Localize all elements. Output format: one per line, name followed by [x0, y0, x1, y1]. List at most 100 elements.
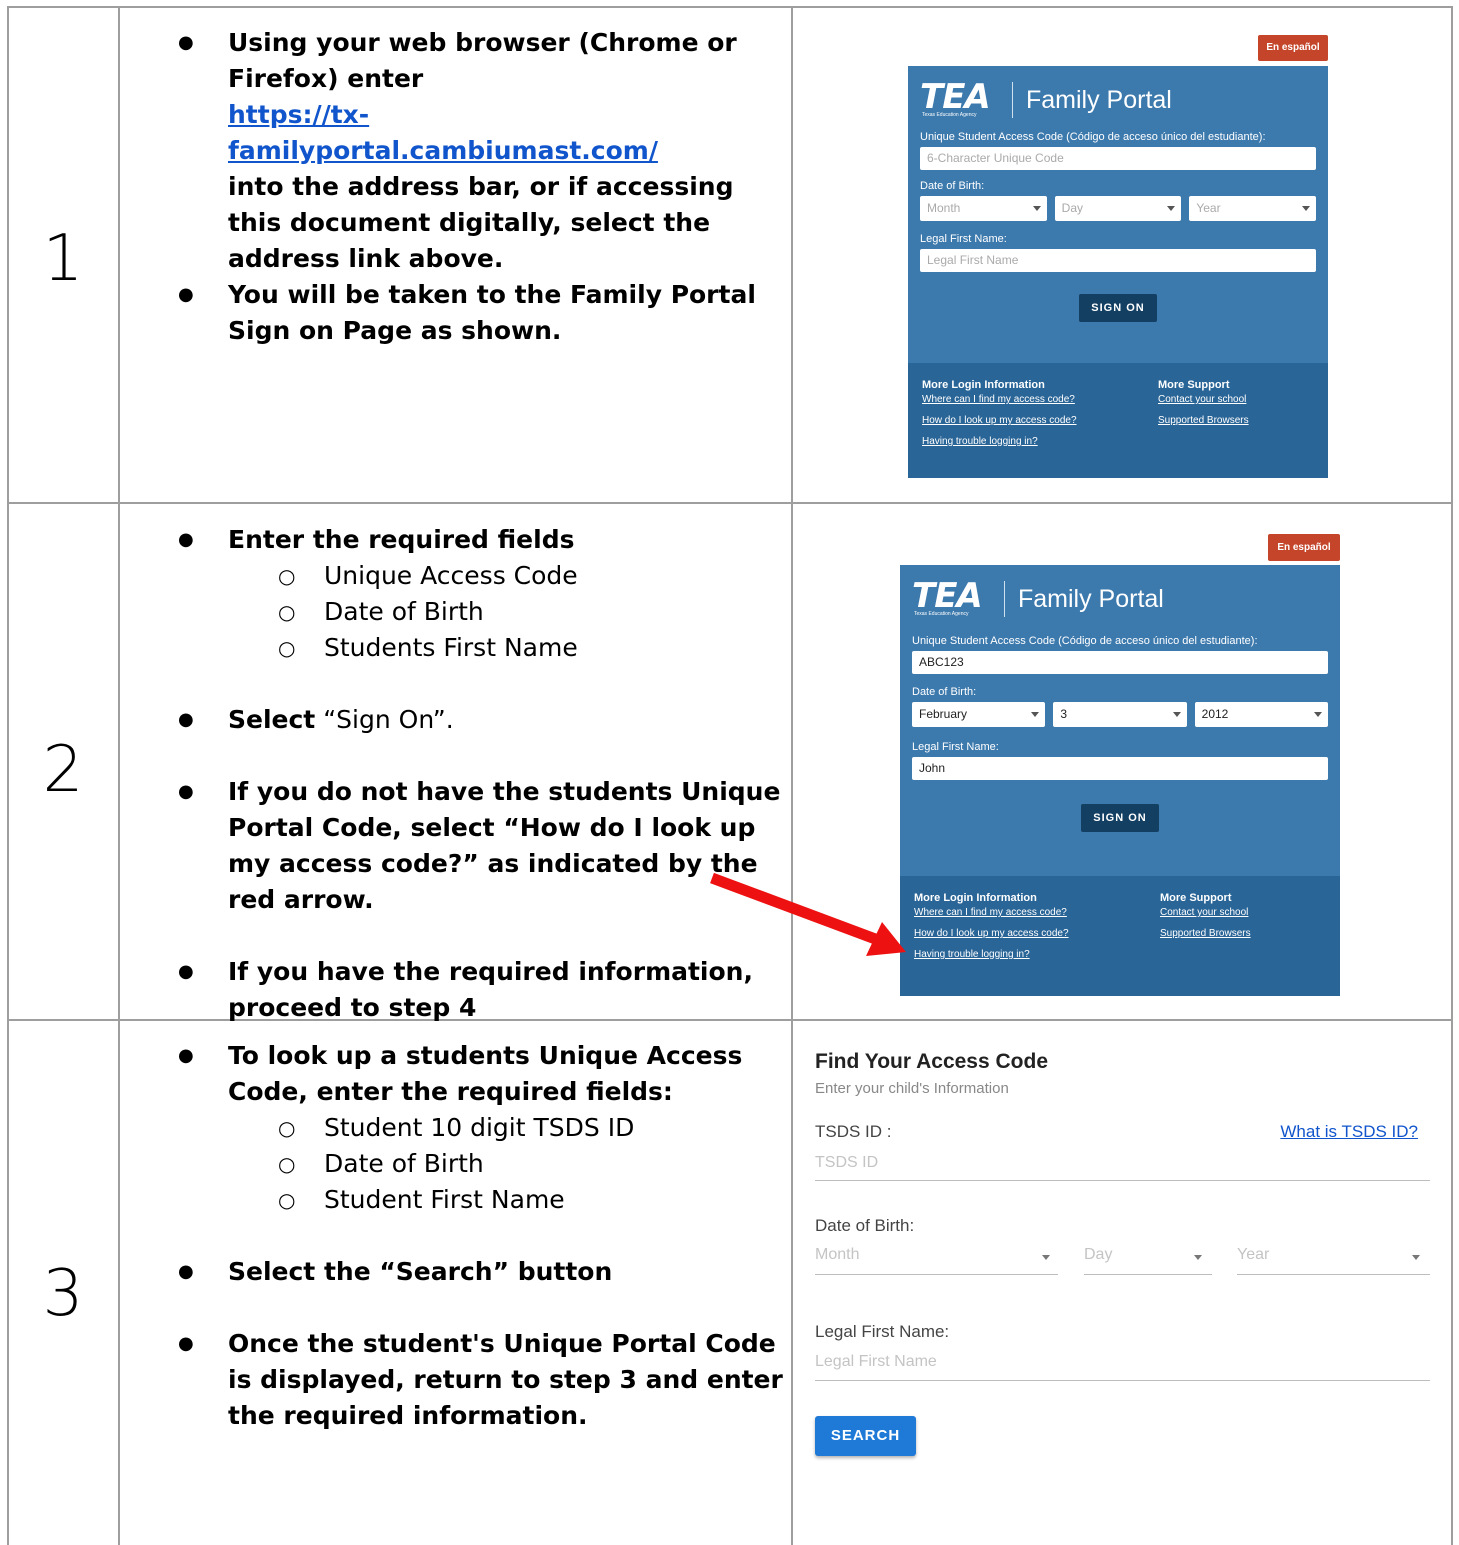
chevron-down-icon — [1032, 206, 1041, 211]
header-divider — [1012, 82, 1013, 118]
first-name-input[interactable]: John — [912, 757, 1328, 780]
step-1-bullet-2: You will be taken to the Family Portal S… — [120, 277, 792, 349]
chevron-down-icon — [1313, 712, 1322, 717]
step-1-text-pre: Using your web browser (Chrome or Firefo… — [228, 28, 737, 93]
first-name-label: Legal First Name: — [920, 233, 1007, 245]
how-lookup-code-link[interactable]: How do I look up my access code? — [914, 928, 1069, 939]
year-select-value: Year — [1196, 201, 1221, 215]
step-1-bullet-1: Using your web browser (Chrome or Firefo… — [120, 25, 792, 277]
first-name-input[interactable]: Legal First Name — [920, 249, 1316, 272]
day-select-value: 3 — [1060, 707, 1068, 721]
more-support-heading: More Support — [1158, 379, 1230, 391]
day-select[interactable]: Day — [1084, 1246, 1112, 1264]
tsds-label: TSDS ID : — [815, 1122, 892, 1141]
sign-on-button[interactable]: SIGN ON — [1079, 294, 1157, 322]
day-underline — [1084, 1274, 1212, 1275]
espanol-button[interactable]: En español — [1268, 534, 1340, 561]
tea-logo: TEA — [912, 576, 983, 616]
step-2-sub-item: Students First Name — [228, 630, 792, 666]
step-3-sub-item: Student 10 digit TSDS ID — [228, 1110, 792, 1146]
month-select[interactable]: February — [912, 702, 1046, 727]
chevron-down-icon — [1031, 712, 1040, 717]
chevron-down-icon — [1302, 206, 1311, 211]
year-underline — [1237, 1274, 1430, 1275]
table-border-right — [1451, 7, 1453, 1545]
month-select[interactable]: Month — [920, 196, 1047, 221]
portal-header: TEA Texas Education Agency Family Portal — [908, 66, 1328, 130]
chevron-down-icon — [1172, 712, 1181, 717]
step-2-select-bold: Select — [228, 705, 316, 734]
step-3-bullet-2: Select the “Search” button — [120, 1254, 792, 1290]
step-2-sub-item: Unique Access Code — [228, 558, 792, 594]
step-2-bullet-3: If you do not have the students Unique P… — [120, 774, 792, 918]
year-select-value: 2012 — [1201, 707, 1229, 721]
trouble-logging-link[interactable]: Having trouble logging in? — [922, 436, 1077, 447]
step-2-instructions: Enter the required fields Unique Access … — [120, 522, 792, 1026]
sign-on-button[interactable]: SIGN ON — [1081, 804, 1159, 832]
year-select[interactable]: Year — [1237, 1246, 1269, 1264]
day-select-value: Day — [1061, 201, 1084, 215]
dob-label: Date of Birth: — [912, 686, 977, 698]
search-button[interactable]: SEARCH — [815, 1416, 916, 1456]
contact-school-link[interactable]: Contact your school — [1160, 907, 1251, 918]
month-select[interactable]: Month — [815, 1246, 859, 1264]
step-number-3: 3 — [42, 1257, 84, 1331]
step-3-bullet-3: Once the student's Unique Portal Code is… — [120, 1326, 792, 1434]
access-code-label: Unique Student Access Code (Código de ac… — [912, 635, 1258, 647]
find-access-code-form: Find Your Access Code Enter your child's… — [815, 1050, 1430, 1470]
supported-browsers-link[interactable]: Supported Browsers — [1158, 415, 1249, 426]
step-2-bullet-1: Enter the required fields Unique Access … — [120, 522, 792, 666]
where-find-code-link[interactable]: Where can I find my access code? — [914, 907, 1069, 918]
step-2-select-plain: “Sign On”. — [315, 705, 454, 734]
month-underline — [815, 1274, 1058, 1275]
day-select[interactable]: 3 — [1053, 702, 1187, 727]
step-3-sub-item: Student First Name — [228, 1182, 792, 1218]
first-name-label: Legal First Name: — [815, 1322, 950, 1341]
what-is-tsds-link[interactable]: What is TSDS ID? — [1280, 1122, 1418, 1142]
first-name-input[interactable]: Legal First Name — [815, 1353, 1430, 1371]
portal-url-link[interactable]: https://tx-familyportal.cambiumast.com/ — [228, 100, 658, 165]
portal-title: Family Portal — [1026, 86, 1172, 114]
step-3-instructions: To look up a students Unique Access Code… — [120, 1038, 792, 1434]
access-code-label: Unique Student Access Code (Código de ac… — [920, 131, 1266, 143]
espanol-button[interactable]: En español — [1258, 35, 1328, 61]
step-2-bullet-1-text: Enter the required fields — [228, 525, 575, 554]
day-select[interactable]: Day — [1054, 196, 1182, 221]
portal-header: TEA Texas Education Agency Family Portal — [900, 565, 1340, 629]
portal-title: Family Portal — [1018, 585, 1164, 613]
access-code-input[interactable]: 6-Character Unique Code — [920, 147, 1316, 170]
supported-browsers-link[interactable]: Supported Browsers — [1160, 928, 1251, 939]
header-divider — [1004, 581, 1005, 617]
where-find-code-link[interactable]: Where can I find my access code? — [922, 394, 1077, 405]
table-row-divider-1 — [7, 502, 1453, 504]
trouble-logging-link[interactable]: Having trouble logging in? — [914, 949, 1069, 960]
table-border-top — [7, 6, 1453, 8]
tsds-input[interactable]: TSDS ID — [815, 1154, 1430, 1172]
find-title: Find Your Access Code — [815, 1050, 1048, 1073]
chevron-down-icon — [1194, 1255, 1202, 1260]
tea-logo: TEA — [920, 77, 991, 117]
step-2-bullet-4: If you have the required information, pr… — [120, 954, 792, 1026]
tea-logo-subtitle: Texas Education Agency — [922, 112, 977, 118]
more-login-heading: More Login Information — [914, 892, 1037, 904]
month-select-value: Month — [927, 201, 961, 215]
portal-footer: More Login Information Where can I find … — [900, 876, 1340, 996]
family-portal-card-filled: TEA Texas Education Agency Family Portal… — [900, 565, 1340, 996]
year-select[interactable]: 2012 — [1194, 702, 1328, 727]
step-1-instructions: Using your web browser (Chrome or Firefo… — [120, 25, 792, 349]
more-support-heading: More Support — [1160, 892, 1232, 904]
chevron-down-icon — [1042, 1255, 1050, 1260]
more-login-heading: More Login Information — [922, 379, 1045, 391]
step-3-sub-item: Date of Birth — [228, 1146, 792, 1182]
how-lookup-code-link[interactable]: How do I look up my access code? — [922, 415, 1077, 426]
step-3-bullet-1-text: To look up a students Unique Access Code… — [228, 1041, 743, 1106]
step-2-sub-item: Date of Birth — [228, 594, 792, 630]
step-1-text-post: into the address bar, or if accessing th… — [228, 172, 734, 273]
first-name-label: Legal First Name: — [912, 741, 999, 753]
year-select[interactable]: Year — [1189, 196, 1317, 221]
chevron-down-icon — [1167, 206, 1176, 211]
access-code-input[interactable]: ABC123 — [912, 651, 1328, 674]
tea-logo-subtitle: Texas Education Agency — [914, 611, 969, 617]
contact-school-link[interactable]: Contact your school — [1158, 394, 1249, 405]
month-select-value: February — [919, 707, 968, 721]
